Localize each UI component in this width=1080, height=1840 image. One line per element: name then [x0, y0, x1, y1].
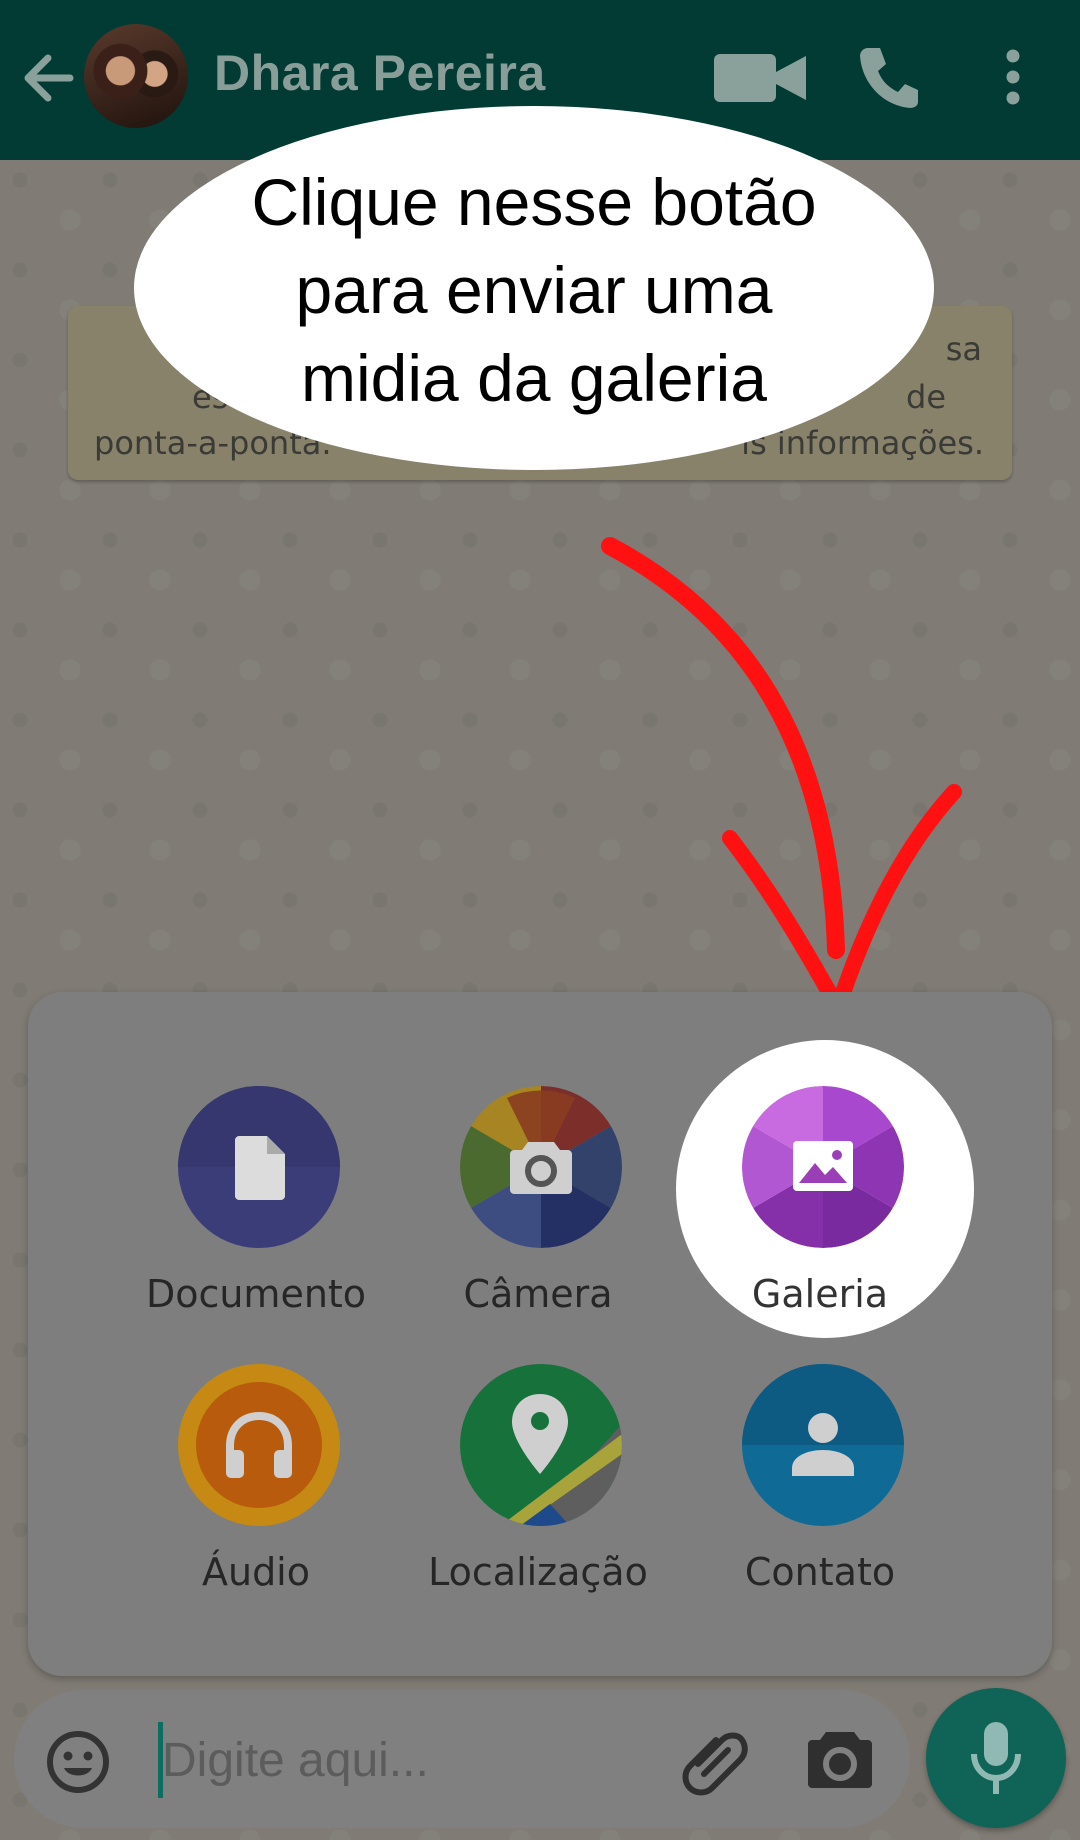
camera-label: Câmera	[463, 1272, 613, 1316]
more-vert-icon	[1006, 49, 1020, 105]
back-button[interactable]	[20, 44, 78, 112]
contact-avatar[interactable]	[84, 24, 188, 128]
galeria-label: Galeria	[751, 1272, 889, 1316]
emoji-button[interactable]	[46, 1730, 110, 1798]
callout-text: Clique nesse botão para enviar uma midia…	[134, 158, 934, 422]
video-call-icon	[714, 54, 806, 102]
audio-label: Áudio	[201, 1550, 310, 1594]
galeria-circle	[742, 1086, 904, 1248]
paperclip-icon	[682, 1732, 748, 1796]
document-icon	[235, 1136, 285, 1200]
arrow-left-icon	[24, 54, 74, 102]
contato-circle	[742, 1364, 904, 1526]
message-input[interactable]	[144, 1718, 682, 1802]
person-icon	[792, 1413, 854, 1476]
attach-button[interactable]	[678, 1724, 750, 1800]
camera-circle	[460, 1086, 622, 1248]
camera-button[interactable]	[808, 1730, 872, 1792]
message-input-bar	[14, 1690, 910, 1828]
location-pin-icon	[512, 1394, 568, 1474]
gallery-icon	[793, 1141, 853, 1191]
text-cursor	[158, 1722, 163, 1798]
contact-name[interactable]: Dhara Pereira	[214, 44, 546, 102]
mic-button[interactable]	[926, 1688, 1066, 1828]
documento-label: Documento	[145, 1272, 367, 1316]
instruction-callout: Clique nesse botão para enviar uma midia…	[134, 106, 934, 470]
phone-call-button[interactable]	[858, 44, 920, 114]
more-options-button[interactable]	[1000, 48, 1026, 110]
localizacao-label: Localização	[428, 1550, 648, 1594]
camera-icon	[808, 1732, 872, 1788]
camera-icon	[510, 1142, 572, 1194]
video-call-button[interactable]	[712, 48, 812, 112]
attach-contato[interactable]: Contato	[700, 1364, 940, 1634]
callout-line-2: para enviar uma	[295, 253, 773, 327]
contato-label: Contato	[744, 1550, 896, 1594]
phone-icon	[860, 48, 918, 108]
headphones-icon	[226, 1411, 292, 1478]
attach-camera[interactable]: Câmera	[418, 1086, 658, 1356]
attach-galeria[interactable]: Galeria	[700, 1086, 940, 1356]
callout-line-1: Clique nesse botão	[251, 165, 817, 239]
emoji-icon	[47, 1731, 109, 1793]
red-arrow-icon	[601, 537, 962, 1016]
attach-documento[interactable]: Documento	[136, 1086, 376, 1356]
notice-line-1: sa	[945, 330, 982, 368]
microphone-icon	[971, 1722, 1021, 1794]
attach-audio[interactable]: Áudio	[136, 1364, 376, 1634]
documento-circle	[178, 1086, 340, 1248]
audio-circle	[178, 1364, 340, 1526]
attach-localizacao[interactable]: Localização	[418, 1364, 658, 1634]
localizacao-circle	[460, 1364, 622, 1526]
callout-line-3: midia da galeria	[301, 341, 767, 415]
